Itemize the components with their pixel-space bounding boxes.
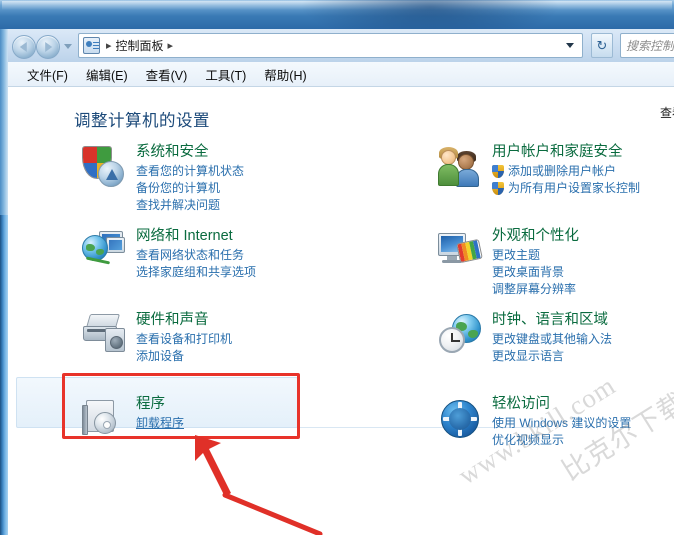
menu-item-edit[interactable]: 编辑(E) [77, 63, 137, 86]
back-button[interactable] [12, 35, 36, 59]
appearance-monitor-icon [438, 229, 483, 273]
category-title[interactable]: 网络和 Internet [136, 227, 340, 246]
category-title[interactable]: 用户帐户和家庭安全 [492, 143, 674, 162]
programs-cd-icon [82, 397, 126, 441]
category-link[interactable]: 添加设备 [136, 348, 340, 365]
forward-button[interactable] [36, 35, 60, 59]
category-link[interactable]: 添加或删除用户帐户 [492, 163, 674, 180]
category-link[interactable]: 调整屏幕分辨率 [492, 281, 674, 298]
category-link[interactable]: 优化视频显示 [492, 432, 674, 449]
category-system-and-security[interactable]: 系统和安全 查看您的计算机状态 备份您的计算机 查找并解决问题 [74, 143, 340, 217]
title-bar [0, 0, 674, 42]
users-icon [438, 145, 482, 189]
page-title: 调整计算机的设置 [74, 112, 210, 130]
navigation-buttons [12, 33, 76, 59]
window-left-border-upper [0, 29, 8, 215]
category-title[interactable]: 程序 [136, 395, 340, 414]
category-link[interactable]: 更改显示语言 [492, 348, 674, 365]
uac-shield-icon [492, 182, 504, 195]
printer-speaker-icon [82, 313, 126, 357]
category-appearance-and-personalization[interactable]: 外观和个性化 更改主题 更改桌面背景 调整屏幕分辨率 [430, 227, 674, 301]
security-shield-icon [82, 145, 126, 189]
control-panel-icon [83, 37, 100, 54]
view-by-label[interactable]: 查看方式: [660, 104, 674, 121]
category-link[interactable]: 选择家庭组和共享选项 [136, 264, 340, 281]
category-link[interactable]: 更改键盘或其他输入法 [492, 331, 674, 348]
search-input[interactable]: 搜索控制面板 [620, 33, 674, 58]
menu-item-view[interactable]: 查看(V) [137, 63, 197, 86]
breadcrumb-separator-trailing-icon[interactable]: ▸ [164, 39, 178, 52]
control-panel-screenshot: ▸ 控制面板 ▸ ↻ 搜索控制面板 文件(F) 编辑(E) 查看(V) 工具(T… [0, 0, 674, 535]
category-link[interactable]: 查看网络状态和任务 [136, 247, 340, 264]
category-link[interactable]: 使用 Windows 建议的设置 [492, 415, 674, 432]
category-link[interactable]: 备份您的计算机 [136, 180, 340, 197]
breadcrumb-separator-icon[interactable]: ▸ [102, 39, 116, 52]
category-title[interactable]: 硬件和声音 [136, 311, 340, 330]
category-column-right: 用户帐户和家庭安全 添加或删除用户帐户 为所有用户设置家长控制 外观和个性化 更… [430, 143, 674, 479]
menu-item-tools[interactable]: 工具(T) [196, 63, 255, 86]
category-title[interactable]: 时钟、语言和区域 [492, 311, 674, 330]
category-link-uninstall-program[interactable]: 卸载程序 [136, 415, 340, 432]
category-link[interactable]: 查看您的计算机状态 [136, 163, 340, 180]
category-link[interactable]: 查看设备和打印机 [136, 331, 340, 348]
category-ease-of-access[interactable]: 轻松访问 使用 Windows 建议的设置 优化视频显示 [430, 395, 674, 469]
ease-of-access-icon [438, 397, 482, 441]
content-pane: 查看方式: 调整计算机的设置 系统和安全 查看您的计算机状态 [8, 87, 674, 535]
breadcrumb-control-panel[interactable]: 控制面板 [116, 37, 164, 54]
network-globe-icon [82, 229, 126, 273]
category-title[interactable]: 外观和个性化 [492, 227, 674, 246]
category-link[interactable]: 查找并解决问题 [136, 197, 340, 214]
category-title[interactable]: 轻松访问 [492, 395, 674, 414]
category-programs[interactable]: 程序 卸载程序 [74, 395, 340, 469]
search-placeholder: 搜索控制面板 [626, 39, 674, 53]
category-link-label: 为所有用户设置家长控制 [508, 181, 641, 195]
clock-globe-icon [438, 313, 482, 357]
address-chevron-down-icon[interactable] [566, 43, 574, 48]
refresh-button[interactable]: ↻ [591, 33, 613, 58]
category-link-label: 添加或删除用户帐户 [508, 164, 617, 178]
menu-item-file[interactable]: 文件(F) [18, 63, 77, 86]
category-link[interactable]: 为所有用户设置家长控制 [492, 180, 674, 197]
menu-item-help[interactable]: 帮助(H) [255, 63, 315, 86]
category-hardware-and-sound[interactable]: 硬件和声音 查看设备和打印机 添加设备 [74, 311, 340, 385]
category-link[interactable]: 更改主题 [492, 247, 674, 264]
uac-shield-icon [492, 165, 504, 178]
back-arrow-icon [19, 42, 27, 52]
recent-locations-chevron-down-icon[interactable] [64, 44, 72, 49]
category-user-accounts-and-family-safety[interactable]: 用户帐户和家庭安全 添加或删除用户帐户 为所有用户设置家长控制 [430, 143, 674, 217]
category-title[interactable]: 系统和安全 [136, 143, 340, 162]
menu-bar: 文件(F) 编辑(E) 查看(V) 工具(T) 帮助(H) [8, 62, 674, 87]
category-network-and-internet[interactable]: 网络和 Internet 查看网络状态和任务 选择家庭组和共享选项 [74, 227, 340, 301]
category-link[interactable]: 更改桌面背景 [492, 264, 674, 281]
address-bar[interactable]: ▸ 控制面板 ▸ [78, 33, 583, 58]
category-column-left: 系统和安全 查看您的计算机状态 备份您的计算机 查找并解决问题 网络和 Inte… [74, 143, 340, 479]
category-clock-language-and-region[interactable]: 时钟、语言和区域 更改键盘或其他输入法 更改显示语言 [430, 311, 674, 385]
forward-arrow-icon [45, 42, 53, 52]
